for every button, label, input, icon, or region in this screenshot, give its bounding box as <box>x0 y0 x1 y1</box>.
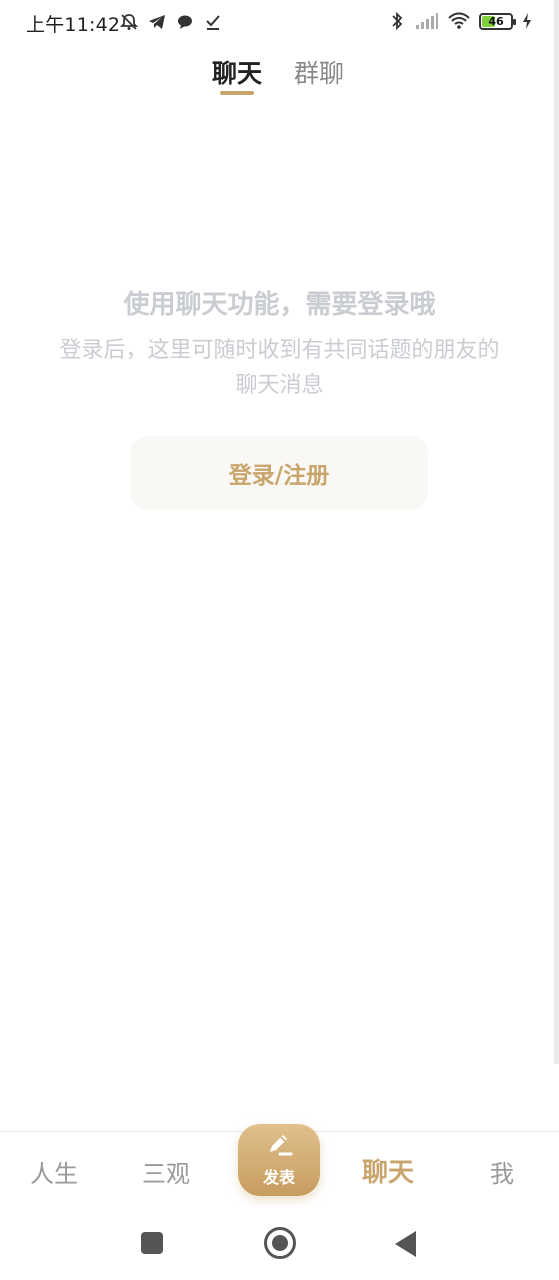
battery-level-text: 46 <box>488 14 504 28</box>
home-icon[interactable] <box>264 1227 296 1259</box>
scrollbar[interactable] <box>554 0 559 1064</box>
recent-apps-icon[interactable] <box>141 1232 163 1254</box>
chat-bubble-icon <box>175 12 195 32</box>
charging-icon <box>521 11 533 31</box>
status-time: 上午11:42 <box>26 14 121 36</box>
status-bar: 上午11:42 46 <box>0 0 559 42</box>
back-icon[interactable] <box>395 1231 416 1257</box>
status-system-icons: 46 <box>387 11 533 31</box>
system-nav-bar <box>0 1207 559 1280</box>
post-button-label: 发表 <box>262 1168 295 1187</box>
post-button[interactable]: 发表 <box>238 1124 320 1196</box>
bottom-nav: 人生 三观 发表 聊天 我 <box>0 1124 559 1207</box>
empty-state-description: 登录后，这里可随时收到有共同话题的朋友的聊天消息 <box>59 338 500 398</box>
bluetooth-icon <box>387 11 407 31</box>
empty-state-title: 使用聊天功能，需要登录哦 <box>123 290 436 320</box>
top-tabs: 聊天 群聊 <box>0 54 559 98</box>
mute-icon <box>119 12 139 32</box>
nav-item-me[interactable]: 我 <box>490 1154 514 1189</box>
nav-item-views[interactable]: 三观 <box>142 1154 190 1189</box>
download-done-icon <box>203 12 223 32</box>
signal-icon <box>415 11 439 31</box>
nav-item-life[interactable]: 人生 <box>30 1154 78 1189</box>
nav-item-chat[interactable]: 聊天 <box>362 1152 414 1189</box>
active-tab-indicator <box>220 91 254 95</box>
status-notification-icons <box>119 12 223 32</box>
tab-chat[interactable]: 聊天 <box>212 54 262 90</box>
login-register-button[interactable]: 登录/注册 <box>130 436 428 510</box>
tab-group-chat[interactable]: 群聊 <box>294 54 344 90</box>
battery-icon: 46 <box>479 12 516 30</box>
pencil-icon <box>264 1132 294 1162</box>
telegram-icon <box>147 12 167 32</box>
wifi-icon <box>447 11 471 31</box>
